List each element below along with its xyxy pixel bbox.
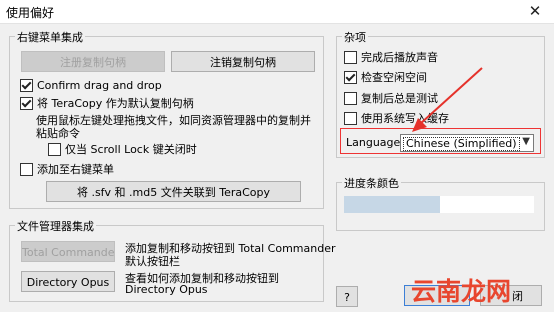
checkbox-empty-icon	[48, 142, 61, 156]
directory-opus-description-cont: Directory Opus	[125, 283, 208, 296]
associate-files-button[interactable]: 将 .sfv 和 .md5 文件关联到 TeraCopy	[46, 181, 301, 202]
directory-opus-button[interactable]: Directory Opus	[21, 271, 115, 292]
default-handler-description-cont: 粘贴命令	[36, 127, 80, 140]
window-title: 使用偏好	[6, 6, 55, 20]
total-commander-description-cont: 默认按钮栏	[125, 255, 180, 268]
file-manager-group-title: 文件管理器集成	[15, 218, 96, 234]
scroll-lock-label: 仅当 Scroll Lock 键关闭时	[65, 143, 197, 156]
progress-color-swatch-1[interactable]	[344, 196, 440, 213]
help-button[interactable]: ?	[336, 286, 358, 307]
progress-color-swatch-2[interactable]	[440, 196, 534, 213]
watermark: 云南龙网	[411, 277, 512, 306]
register-handler-button[interactable]: 注册复制句柄	[21, 51, 165, 72]
total-commander-button[interactable]: Total Commander	[21, 241, 115, 262]
confirm-drag-checkbox[interactable]: Confirm drag and drop	[20, 78, 162, 92]
close-button-label: 闭	[512, 290, 523, 303]
close-icon[interactable]: ✕	[526, 3, 544, 19]
checkbox-empty-icon	[20, 162, 33, 176]
checkbox-empty-icon	[344, 111, 357, 125]
default-handler-label: 将 TeraCopy 作为默认复制句柄	[37, 97, 194, 110]
progress-color-group-title: 进度条颜色	[342, 175, 401, 191]
preferences-dialog: 使用偏好 ✕ 右键菜单集成 注册复制句柄 注销复制句柄 Confirm drag…	[0, 0, 554, 312]
annotation-arrow-icon	[412, 67, 483, 132]
unregister-handler-button[interactable]: 注销复制句柄	[171, 51, 315, 72]
title-bar: 使用偏好 ✕	[0, 0, 554, 24]
chevron-down-icon: ▼	[522, 136, 530, 147]
checkbox-checked-icon	[20, 78, 33, 92]
context-menu-group-title: 右键菜单集成	[15, 29, 85, 45]
checkbox-empty-icon	[344, 50, 357, 64]
misc-group-title: 杂项	[342, 29, 368, 45]
add-context-menu-checkbox[interactable]: 添加至右键菜单	[20, 162, 114, 176]
play-sound-label: 完成后播放声音	[361, 51, 438, 64]
add-context-menu-label: 添加至右键菜单	[37, 163, 114, 176]
checkbox-checked-icon	[344, 70, 357, 84]
default-handler-checkbox[interactable]: 将 TeraCopy 作为默认复制句柄	[20, 96, 194, 110]
checkbox-empty-icon	[344, 91, 357, 105]
confirm-drag-label: Confirm drag and drop	[37, 78, 162, 92]
checkbox-checked-icon	[20, 96, 33, 110]
language-selected-value: Chinese (Simplified)	[403, 137, 520, 151]
scroll-lock-checkbox[interactable]: 仅当 Scroll Lock 键关闭时	[48, 142, 197, 156]
play-sound-checkbox[interactable]: 完成后播放声音	[344, 50, 438, 64]
